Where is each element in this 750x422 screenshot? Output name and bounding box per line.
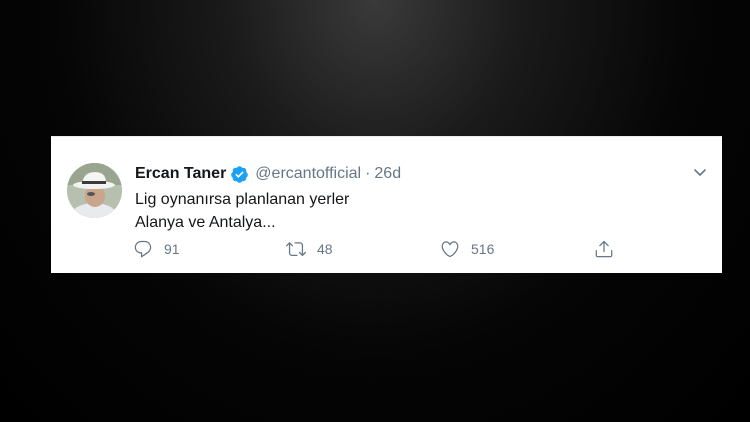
avatar[interactable] xyxy=(67,163,122,218)
author-handle[interactable]: @ercantofficial xyxy=(255,164,361,184)
tweet-card[interactable]: Ercan Taner @ercantofficial · 26d Lig oy… xyxy=(51,136,722,273)
author-name[interactable]: Ercan Taner xyxy=(135,164,226,184)
reply-button[interactable]: 91 xyxy=(133,239,180,259)
tweet-timestamp[interactable]: 26d xyxy=(374,164,401,184)
reply-count: 91 xyxy=(164,241,180,257)
retweet-icon xyxy=(286,242,306,257)
separator-dot: · xyxy=(365,165,371,182)
like-count: 516 xyxy=(471,241,495,257)
verified-badge-icon xyxy=(230,165,249,184)
tweet-actions: 91 48 516 xyxy=(133,239,693,263)
tweet-text-line: Lig oynanırsa planlanan yerler xyxy=(135,191,350,208)
share-icon xyxy=(595,240,613,258)
share-button[interactable] xyxy=(594,239,614,259)
avatar-image xyxy=(67,163,122,218)
tweet-text-line: Alanya ve Antalya... xyxy=(135,214,276,231)
tweet-text: Lig oynanırsa planlanan yerler Alanya ve… xyxy=(135,188,349,234)
chevron-down-icon[interactable] xyxy=(692,164,708,180)
like-button[interactable]: 516 xyxy=(440,239,494,259)
retweet-count: 48 xyxy=(317,241,333,257)
tweet-header: Ercan Taner @ercantofficial · 26d xyxy=(135,164,401,184)
reply-icon xyxy=(134,240,152,258)
retweet-button[interactable]: 48 xyxy=(286,239,333,259)
heart-icon xyxy=(441,241,459,258)
